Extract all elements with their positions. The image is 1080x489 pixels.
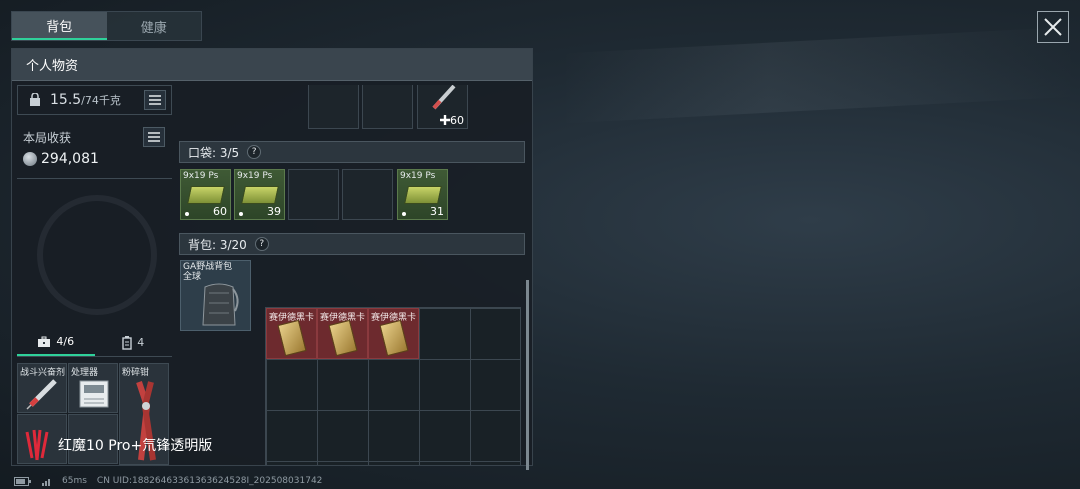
ammo-box-icon — [241, 186, 279, 204]
backpack-label: 背包: 3/20 — [188, 237, 247, 252]
equipment-slot-empty[interactable] — [362, 85, 413, 129]
faction-emblem-watermark — [37, 195, 157, 315]
bag-name: GA野战背包 全球 — [183, 262, 233, 282]
item-count: 60 — [213, 205, 227, 218]
backpack-help-button[interactable]: ? — [254, 237, 269, 251]
gains-label: 本局收获 — [23, 131, 72, 145]
tool-tab-battery-label: 4 — [137, 336, 145, 349]
tool-tab-toolbox-label: 4/6 — [56, 335, 75, 348]
tool-tab-battery[interactable]: 4 — [95, 329, 173, 356]
injector-icon — [432, 85, 456, 110]
top-tabs: 背包 健康 — [11, 11, 202, 41]
close-icon — [1044, 18, 1062, 36]
background-light-streak — [560, 26, 1080, 124]
watermark-text: 红魔10 Pro+氘锋透明版 — [58, 438, 213, 454]
backpack-section-header: 背包: 3/20 ? — [179, 233, 525, 255]
ammo-box-icon — [404, 186, 442, 204]
equipment-slot-empty[interactable] — [308, 85, 359, 129]
tool-tab-toolbox[interactable]: 4/6 — [17, 329, 95, 356]
item-marker-dot — [239, 212, 243, 216]
gains-display: 本局收获 294,081 — [17, 123, 172, 179]
panel-title: 个人物资 — [12, 49, 532, 81]
tab-health[interactable]: 健康 — [107, 12, 202, 40]
right-column: 60 口袋: 3/5 ? 9x19 Ps 60 9x19 Ps 39 9x19 … — [177, 85, 527, 465]
pocket-section-header: 口袋: 3/5 ? — [179, 141, 525, 163]
pocket-slot-ammo[interactable]: 9x19 Ps 39 — [234, 169, 285, 220]
coin-icon — [23, 152, 37, 166]
weight-current: 15.5 — [50, 92, 82, 108]
tool-slot-stimulant[interactable]: 战斗兴奋剂 — [17, 363, 67, 413]
tab-backpack[interactable]: 背包 — [12, 12, 107, 40]
item-name: 9x19 Ps — [183, 171, 219, 181]
plus-icon — [440, 115, 450, 125]
close-button[interactable] — [1037, 11, 1069, 43]
backpack-icon — [202, 283, 239, 326]
item-count: 31 — [430, 205, 444, 218]
device-watermark: 红魔10 Pro+氘锋透明版 — [24, 428, 212, 462]
backpack-grid[interactable]: 赛伊德黑卡 赛伊德黑卡 赛伊德黑卡 — [265, 307, 521, 465]
left-column: 15.5 /74千克 本局收获 294,081 4/6 4 战斗兴奋剂 处理器 … — [17, 85, 172, 465]
brand-logo-icon — [25, 429, 49, 461]
pocket-slot-empty[interactable] — [342, 169, 393, 220]
toolbox-icon — [38, 336, 51, 347]
item-marker-dot — [185, 212, 189, 216]
battery-status-icon — [14, 476, 31, 486]
pocket-slot-ammo[interactable]: 9x19 Ps 60 — [180, 169, 231, 220]
inventory-scrollbar[interactable] — [526, 280, 529, 470]
item-count: 39 — [267, 205, 281, 218]
tool-slot-processor[interactable]: 处理器 — [68, 363, 118, 413]
ping-value: 65ms — [62, 476, 87, 486]
list-icon — [149, 95, 161, 105]
gains-list-button[interactable] — [143, 127, 165, 147]
ammo-box-icon — [187, 186, 225, 204]
inventory-panel: 个人物资 15.5 /74千克 本局收获 294,081 4/6 4 战斗兴奋剂… — [11, 48, 533, 466]
tool-tabs: 4/6 4 — [17, 329, 172, 357]
item-marker-dot — [402, 212, 406, 216]
status-bar: 65ms CN UID:18826463361363624528I_202508… — [14, 476, 322, 486]
item-count: 60 — [450, 114, 464, 127]
processor-icon — [79, 380, 109, 408]
list-icon — [148, 132, 160, 142]
backpack-item-black-card[interactable]: 赛伊德黑卡 — [368, 308, 419, 359]
weight-list-button[interactable] — [144, 90, 166, 110]
weight-icon — [30, 93, 40, 106]
syringe-icon — [26, 379, 57, 410]
keycard-icon — [328, 319, 358, 357]
pocket-help-button[interactable]: ? — [247, 145, 262, 159]
equipment-slot-medkit[interactable]: 60 — [417, 85, 468, 129]
keycard-icon — [379, 319, 409, 357]
battery-icon — [122, 335, 132, 350]
uid-text: CN UID:18826463361363624528I_20250803174… — [96, 476, 323, 486]
item-name: 9x19 Ps — [400, 171, 436, 181]
pocket-slot-ammo[interactable]: 9x19 Ps 31 — [397, 169, 448, 220]
gains-value-row: 294,081 — [23, 151, 99, 167]
pocket-slot-empty[interactable] — [288, 169, 339, 220]
backpack-item-black-card[interactable]: 赛伊德黑卡 — [317, 308, 368, 359]
backpack-equipment-slot[interactable]: GA野战背包 全球 — [180, 260, 251, 331]
keycard-icon — [277, 319, 307, 357]
item-name: 9x19 Ps — [237, 171, 273, 181]
gains-value: 294,081 — [41, 151, 99, 167]
weight-max: /74千克 — [81, 94, 121, 107]
pocket-label: 口袋: 3/5 — [188, 145, 240, 160]
backpack-item-black-card[interactable]: 赛伊德黑卡 — [266, 308, 317, 359]
weight-display: 15.5 /74千克 — [17, 85, 172, 115]
signal-icon — [42, 478, 50, 486]
